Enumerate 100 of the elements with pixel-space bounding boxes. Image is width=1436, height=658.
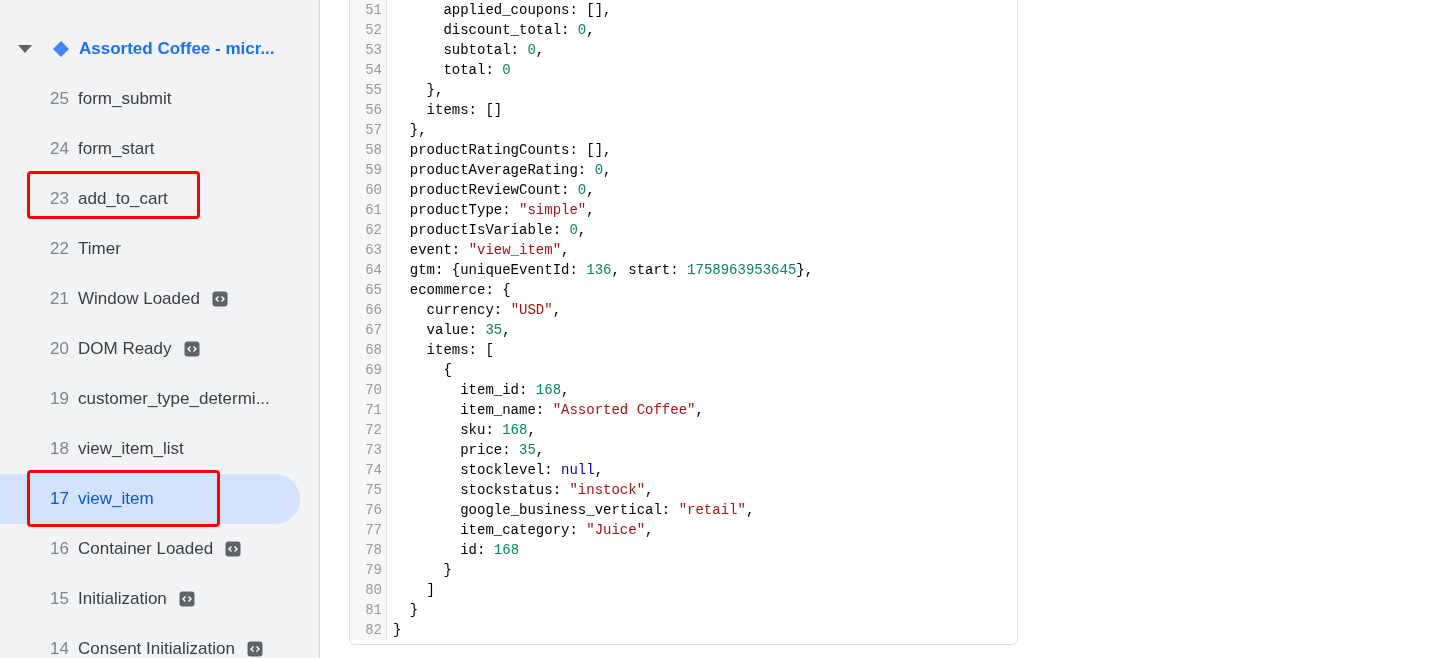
code-line: }, [425, 81, 445, 100]
event-number: 16 [50, 538, 70, 561]
event-number: 23 [50, 188, 70, 211]
group-header[interactable]: Assorted Coffee - micr... [0, 24, 319, 74]
line-number: 51 [364, 1, 383, 20]
code-line: stocklevel: null, [459, 461, 605, 480]
code-line: stockstatus: "instock", [459, 481, 655, 500]
event-number: 14 [50, 638, 70, 658]
event-number: 22 [50, 238, 70, 261]
event-number: 15 [50, 588, 70, 611]
line-number: 64 [364, 261, 383, 280]
line-number: 63 [364, 241, 383, 260]
code-line: productReviewCount: 0, [408, 181, 596, 200]
event-item[interactable]: 18 view_item_list [0, 424, 300, 474]
code-line: item_name: "Assorted Coffee", [459, 401, 705, 420]
line-number: 61 [364, 201, 383, 220]
line-number: 57 [364, 121, 383, 140]
code-line: }, [408, 121, 428, 140]
event-item[interactable]: 21 Window Loaded [0, 274, 300, 324]
code-line: { [442, 361, 453, 380]
line-number: 55 [364, 81, 383, 100]
group-title: Assorted Coffee - micr... [79, 38, 275, 61]
code-line: total: 0 [442, 61, 512, 80]
code-line: item_id: 168, [459, 381, 571, 400]
event-item[interactable]: 16 Container Loaded [0, 524, 300, 574]
code-line: } [442, 561, 453, 580]
event-item[interactable]: 20 DOM Ready [0, 324, 300, 374]
event-item[interactable]: 14 Consent Initialization [0, 624, 300, 658]
code-line: subtotal: 0, [442, 41, 546, 60]
line-number: 66 [364, 301, 383, 320]
code-line: ecommerce: { [408, 281, 512, 300]
code-line: productAverageRating: 0, [408, 161, 613, 180]
line-number: 73 [364, 441, 383, 460]
event-number: 20 [50, 338, 70, 361]
line-number: 71 [364, 401, 383, 420]
code-line: sku: 168, [459, 421, 537, 440]
line-number: 58 [364, 141, 383, 160]
line-number: 56 [364, 101, 383, 120]
line-number: 59 [364, 161, 383, 180]
event-label: view_item [78, 488, 154, 511]
code-line: ] [425, 581, 436, 600]
event-label: Window Loaded [78, 288, 200, 311]
line-number: 62 [364, 221, 383, 240]
code-line: item_category: "Juice", [459, 521, 655, 540]
code-line: google_business_vertical: "retail", [459, 501, 756, 520]
event-label: add_to_cart [78, 188, 168, 211]
line-number: 68 [364, 341, 383, 360]
line-number: 54 [364, 61, 383, 80]
line-number: 69 [364, 361, 383, 380]
event-number: 19 [50, 388, 70, 411]
event-label: Container Loaded [78, 538, 214, 561]
line-number: 78 [364, 541, 383, 560]
event-label: view_item_list [78, 438, 184, 461]
line-number: 60 [364, 181, 383, 200]
line-number: 82 [364, 621, 383, 640]
event-number: 18 [50, 438, 70, 461]
line-number: 81 [364, 601, 383, 620]
line-number: 79 [364, 561, 383, 580]
event-item[interactable]: 19 customer_type_determi... [0, 374, 300, 424]
code-line: productType: "simple", [408, 201, 596, 220]
event-number: 25 [50, 88, 70, 111]
code-line: id: 168 [459, 541, 521, 560]
code-line: productIsVariable: 0, [408, 221, 588, 240]
line-number: 80 [364, 581, 383, 600]
line-number: 75 [364, 481, 383, 500]
code-line: items: [] [425, 101, 504, 120]
code-line: gtm: {uniqueEventId: 136, start: 1758963953645}, [408, 261, 814, 280]
event-item[interactable]: 25 form_submit [0, 74, 300, 124]
diamond-icon [52, 40, 70, 58]
event-item[interactable]: 23 add_to_cart [0, 174, 300, 224]
event-label: form_start [78, 138, 155, 161]
code-line: price: 35, [459, 441, 546, 460]
line-number: 77 [364, 521, 383, 540]
event-label: DOM Ready [78, 338, 172, 361]
line-number: 53 [364, 41, 383, 60]
event-item[interactable]: 22 Timer [0, 224, 300, 274]
code-line: value: 35, [425, 321, 512, 340]
event-label: customer_type_determi... [78, 388, 270, 411]
event-item[interactable]: 24 form_start [0, 124, 300, 174]
code-line: items: [ [425, 341, 495, 360]
code-line: discount_total: 0, [442, 21, 596, 40]
line-number: 72 [364, 421, 383, 440]
line-number: 65 [364, 281, 383, 300]
code-line: } [408, 601, 420, 620]
code-line: event: "view_item", [408, 241, 571, 260]
event-label: Consent Initialization [78, 638, 235, 658]
code-line: currency: "USD", [425, 301, 563, 320]
code-line: applied_coupons: [], [442, 1, 613, 20]
line-number: 52 [364, 21, 383, 40]
code-line: productRatingCounts: [], [408, 141, 613, 160]
code-line: } [393, 621, 403, 640]
event-label: form_submit [78, 88, 172, 111]
event-item[interactable]: 15 Initialization [0, 574, 300, 624]
event-label: Initialization [78, 588, 167, 611]
line-number: 74 [364, 461, 383, 480]
event-number: 17 [50, 488, 70, 511]
line-number: 67 [364, 321, 383, 340]
line-number: 70 [364, 381, 383, 400]
event-number: 24 [50, 138, 70, 161]
line-number: 76 [364, 501, 383, 520]
